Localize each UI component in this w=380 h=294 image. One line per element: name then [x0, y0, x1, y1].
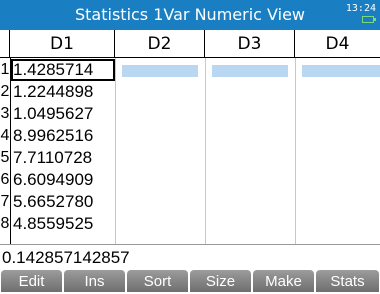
column-header-d2[interactable]: D2 — [115, 30, 205, 58]
table-cell-d1[interactable]: 1.0495627 — [11, 103, 115, 125]
corner-cell — [0, 30, 10, 58]
view-title: Statistics 1Var Numeric View — [75, 5, 305, 24]
column-divider — [205, 58, 206, 244]
row-number: 4 — [0, 127, 10, 144]
table-cell-d3-empty[interactable] — [212, 65, 288, 77]
column-header-d1[interactable]: D1 — [10, 30, 115, 58]
table-cell-d1[interactable]: 4.8559525 — [11, 213, 115, 235]
stats-button[interactable]: Stats — [316, 270, 379, 292]
make-button[interactable]: Make — [253, 270, 314, 292]
entry-line-value: 0.142857142857 — [2, 248, 130, 267]
table-cell-d1[interactable]: 5.6652780 — [11, 191, 115, 213]
edit-button[interactable]: Edit — [1, 270, 62, 292]
title-bar: Statistics 1Var Numeric View 13:24 — [0, 0, 380, 30]
column-divider — [115, 58, 116, 244]
entry-line[interactable]: 0.142857142857 — [0, 244, 380, 270]
clock: 13:24 — [345, 3, 376, 14]
size-button[interactable]: Size — [190, 270, 251, 292]
row-number: 7 — [0, 193, 10, 210]
row-number: 6 — [0, 171, 10, 188]
row-number: 3 — [0, 105, 10, 122]
row-number: 8 — [0, 215, 10, 232]
battery-icon — [362, 16, 376, 23]
data-table: D1 D2 D3 D4 1 2 3 4 5 6 7 8 1.4285714 1.… — [0, 30, 380, 244]
sort-button[interactable]: Sort — [127, 270, 188, 292]
row-number: 5 — [0, 149, 10, 166]
table-cell-d1[interactable]: 7.7110728 — [11, 147, 115, 169]
table-cell-d1[interactable]: 6.6094909 — [11, 169, 115, 191]
column-divider — [295, 58, 296, 244]
column-header-d4[interactable]: D4 — [295, 30, 380, 58]
table-cell-d4-empty[interactable] — [302, 65, 380, 77]
soft-menu-bar: Edit Ins Sort Size Make Stats — [0, 270, 380, 292]
table-cell-d2-empty[interactable] — [122, 65, 198, 77]
column-header-d3[interactable]: D3 — [205, 30, 295, 58]
insert-button[interactable]: Ins — [64, 270, 125, 292]
table-cell-d1[interactable]: 8.9962516 — [11, 125, 115, 147]
table-cell-d1[interactable]: 1.2244898 — [11, 81, 115, 103]
calculator-screen: Statistics 1Var Numeric View 13:24 D1 D2… — [0, 0, 380, 292]
row-number: 2 — [0, 83, 10, 100]
table-cell-d1-selected[interactable]: 1.4285714 — [11, 59, 115, 81]
row-number: 1 — [0, 61, 10, 78]
